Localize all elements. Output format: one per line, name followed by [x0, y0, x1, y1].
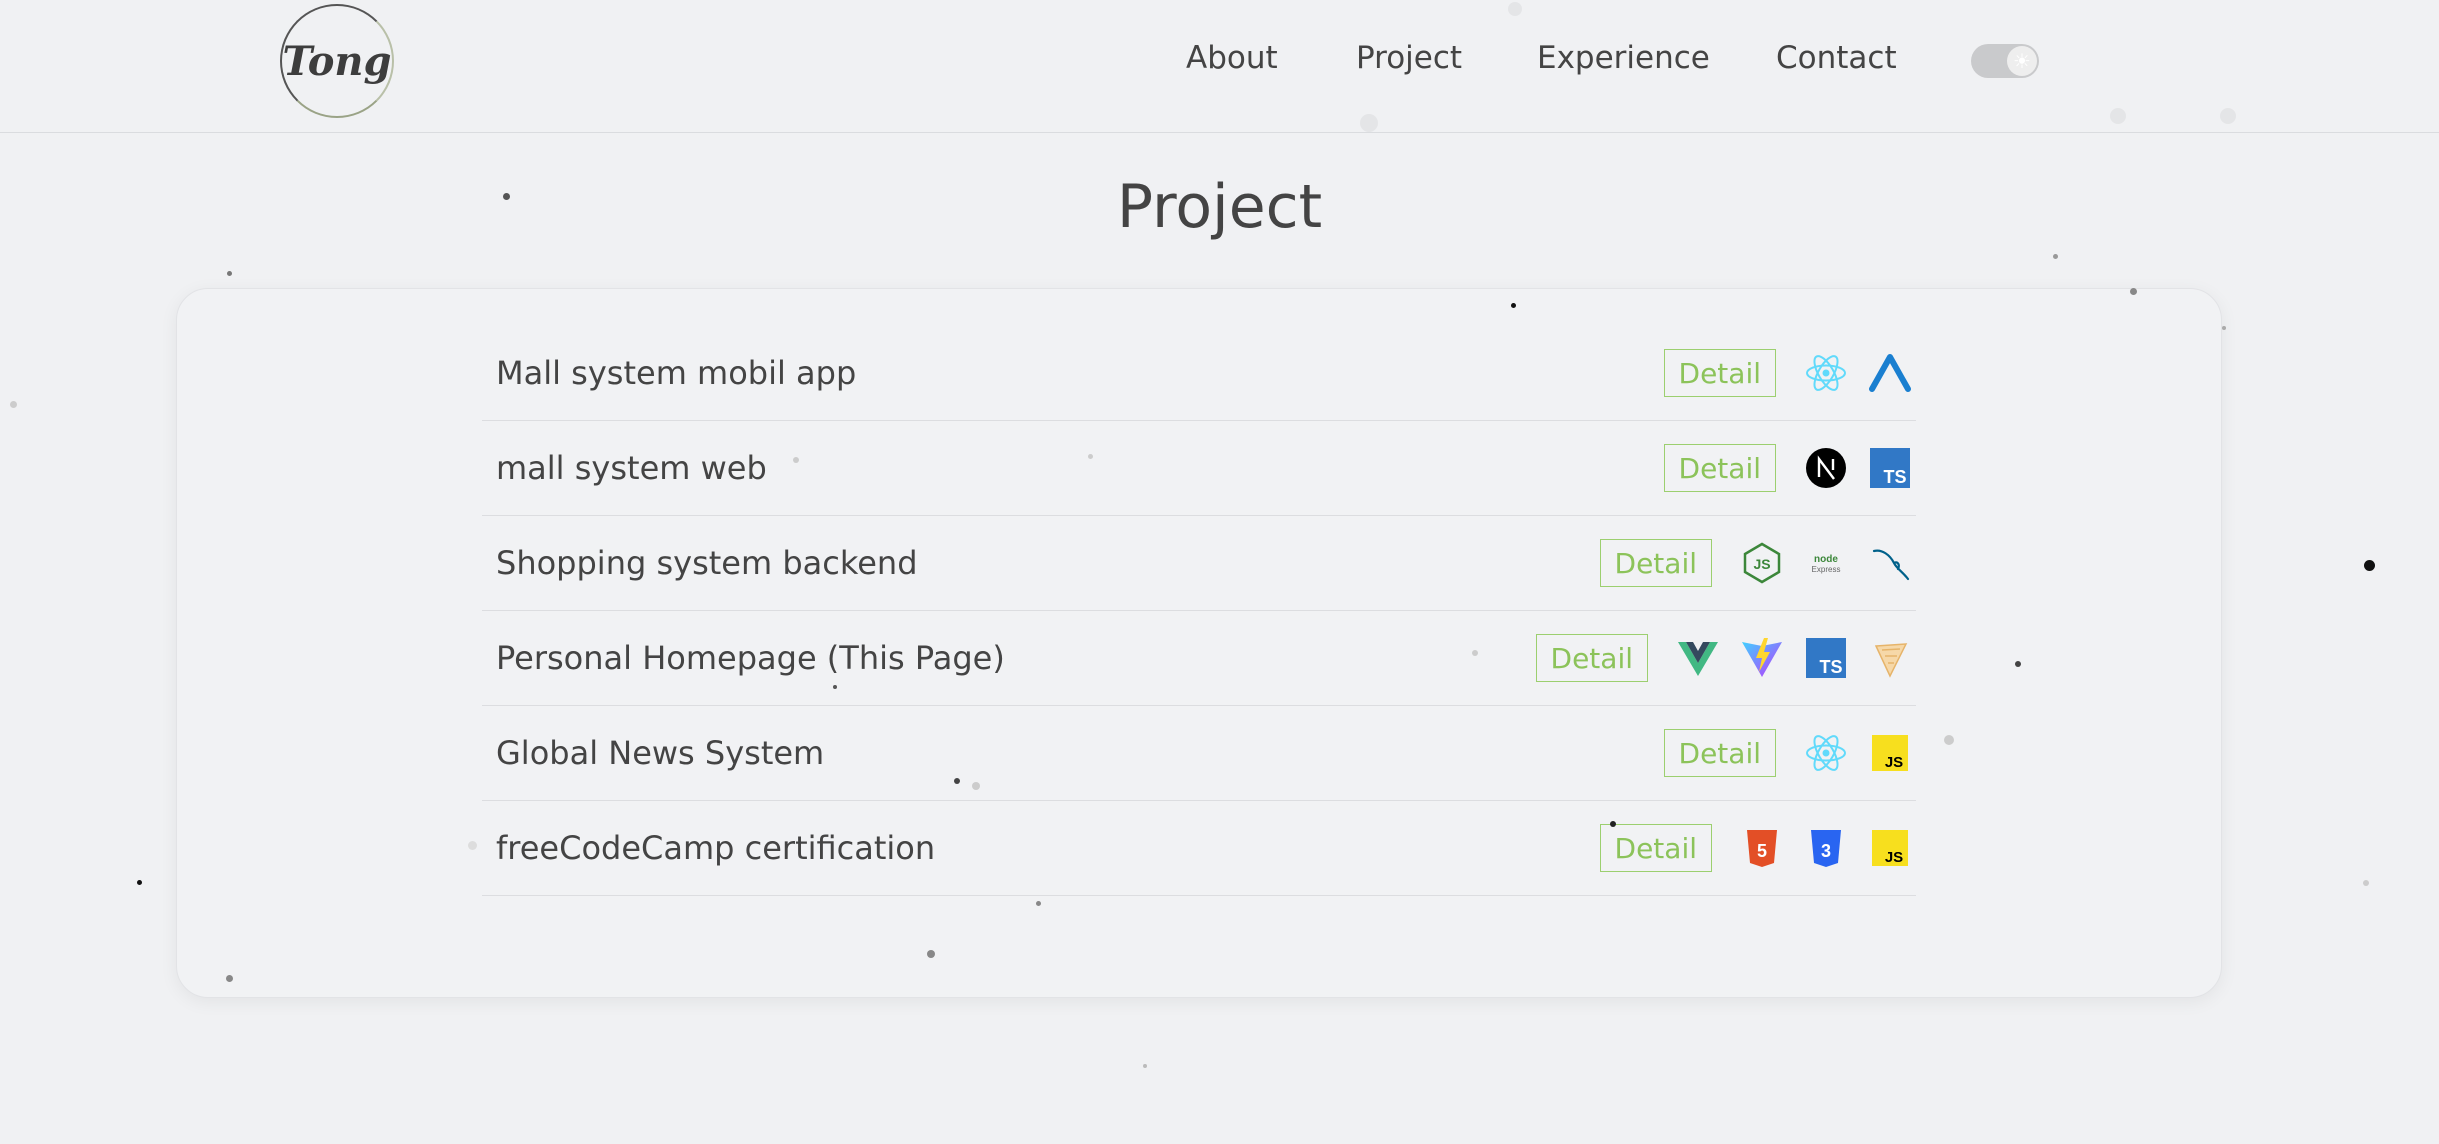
- project-title: freeCodeCamp certification: [496, 829, 936, 867]
- nav-project[interactable]: Project: [1356, 40, 1462, 76]
- particle: [2222, 326, 2226, 330]
- particle: [1036, 901, 1041, 906]
- project-row: Global News System Detail JS: [482, 706, 1916, 801]
- project-title: Shopping system backend: [496, 544, 918, 582]
- svg-text:TS: TS: [1819, 657, 1842, 677]
- particle: [226, 975, 233, 982]
- react-icon: [1802, 729, 1850, 777]
- project-title: mall system web: [496, 449, 767, 487]
- particle: [1472, 650, 1478, 656]
- detail-button[interactable]: Detail: [1663, 349, 1776, 397]
- detail-button[interactable]: Detail: [1663, 729, 1776, 777]
- particle: [793, 457, 799, 463]
- project-list: Mall system mobil app Detail mall system w…: [482, 326, 1916, 896]
- particle: [2110, 108, 2126, 124]
- svg-text:JS: JS: [1885, 754, 1903, 771]
- project-title: Global News System: [496, 734, 825, 772]
- particle: [1944, 735, 1954, 745]
- particle: [954, 778, 960, 784]
- nav-experience[interactable]: Experience: [1537, 40, 1710, 76]
- nav-contact[interactable]: Contact: [1776, 40, 1897, 76]
- particle: [2364, 560, 2375, 571]
- vite-icon: [1738, 634, 1786, 682]
- particle: [503, 193, 510, 200]
- particle: [137, 880, 142, 885]
- svg-text:JS: JS: [1753, 556, 1770, 572]
- express-icon: node Express: [1802, 539, 1850, 587]
- sun-icon: ☀: [2007, 46, 2037, 76]
- particle: [227, 271, 232, 276]
- detail-button[interactable]: Detail: [1535, 634, 1648, 682]
- page-title: Project: [1116, 172, 1323, 242]
- project-actions: Detail TS: [1663, 444, 1916, 492]
- project-title: Personal Homepage (This Page): [496, 639, 1005, 677]
- svg-text:5: 5: [1757, 841, 1767, 861]
- particle: [468, 841, 477, 850]
- project-actions: Detail TS: [1535, 634, 1916, 682]
- project-actions: Detail: [1663, 349, 1916, 397]
- project-actions: Detail JS: [1663, 729, 1916, 777]
- typescript-icon: TS: [1866, 444, 1914, 492]
- pinia-icon: [1866, 634, 1914, 682]
- project-actions: Detail 5 3 JS: [1599, 824, 1916, 872]
- javascript-icon: JS: [1866, 729, 1914, 777]
- particle: [1143, 1064, 1147, 1068]
- detail-button[interactable]: Detail: [1599, 539, 1712, 587]
- react-icon: [1802, 349, 1850, 397]
- nav-about[interactable]: About: [1186, 40, 1278, 76]
- project-row: Shopping system backend Detail JS node Expre…: [482, 516, 1916, 611]
- project-row: Personal Homepage (This Page) Detail TS: [482, 611, 1916, 706]
- particle: [2130, 288, 2137, 295]
- typescript-icon: TS: [1802, 634, 1850, 682]
- vue-icon: [1674, 634, 1722, 682]
- svg-text:JS: JS: [1885, 849, 1903, 866]
- nextjs-icon: [1802, 444, 1850, 492]
- particle: [1610, 821, 1616, 827]
- particle: [833, 685, 837, 689]
- arco-icon: [1866, 349, 1914, 397]
- css3-icon: 3: [1802, 824, 1850, 872]
- javascript-icon: JS: [1866, 824, 1914, 872]
- nodejs-icon: JS: [1738, 539, 1786, 587]
- particle: [927, 950, 935, 958]
- particle: [972, 782, 980, 790]
- project-row: freeCodeCamp certification Detail 5 3 JS: [482, 801, 1916, 896]
- particle: [2363, 880, 2369, 886]
- svg-text:TS: TS: [1883, 467, 1906, 487]
- particle: [1511, 303, 1516, 308]
- particle: [1360, 114, 1378, 132]
- logo-text: Tong: [282, 37, 392, 85]
- html5-icon: 5: [1738, 824, 1786, 872]
- particle: [2015, 661, 2021, 667]
- detail-button[interactable]: Detail: [1663, 444, 1776, 492]
- particle: [10, 401, 17, 408]
- svg-text:node: node: [1814, 554, 1838, 565]
- detail-button[interactable]: Detail: [1599, 824, 1712, 872]
- project-title: Mall system mobil app: [496, 354, 857, 392]
- project-row: Mall system mobil app Detail: [482, 326, 1916, 421]
- site-header: Tong About Project Experience Contact ☀: [0, 0, 2439, 133]
- logo[interactable]: Tong: [280, 4, 394, 118]
- particle: [2053, 254, 2058, 259]
- svg-text:Express: Express: [1812, 565, 1841, 574]
- theme-toggle[interactable]: ☀: [1971, 44, 2039, 78]
- particle: [1508, 2, 1522, 16]
- project-actions: Detail JS node Express: [1599, 539, 1916, 587]
- particle: [2220, 108, 2236, 124]
- particle: [1088, 454, 1093, 459]
- mysql-icon: [1866, 539, 1914, 587]
- svg-text:3: 3: [1821, 841, 1831, 861]
- project-row: mall system web Detail TS: [482, 421, 1916, 516]
